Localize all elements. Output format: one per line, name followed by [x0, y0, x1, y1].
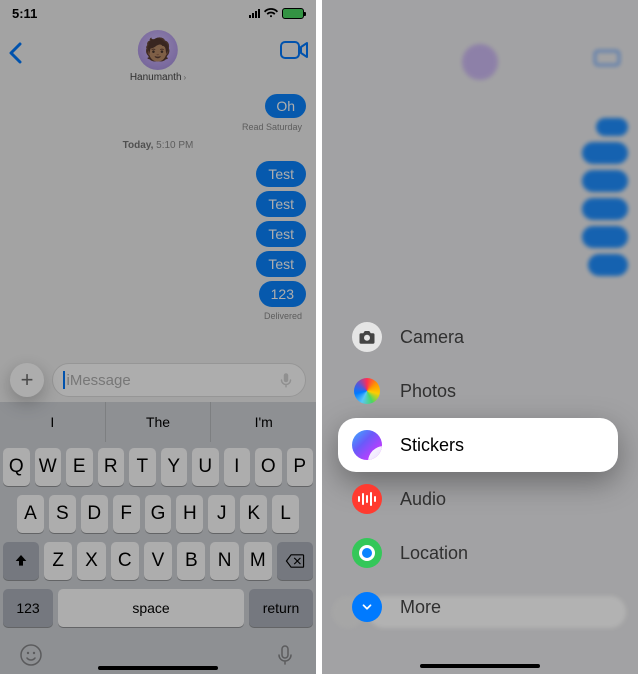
wifi-icon [264, 8, 278, 18]
date-separator: Today, 5:10 PM [10, 140, 306, 151]
dictation-button[interactable] [273, 643, 297, 667]
menu-label: Location [400, 543, 468, 564]
key-d[interactable]: D [81, 495, 108, 533]
prediction[interactable]: I'm [211, 402, 316, 442]
mic-icon[interactable] [277, 371, 295, 389]
key-row-2: A S D F G H J K L [3, 495, 313, 533]
key-w[interactable]: W [35, 448, 62, 486]
stickers-icon [352, 430, 382, 460]
key-g[interactable]: G [145, 495, 172, 533]
key-m[interactable]: M [244, 542, 272, 580]
menu-photos[interactable]: Photos [338, 364, 618, 418]
key-q[interactable]: Q [3, 448, 30, 486]
status-icons [249, 8, 304, 19]
camera-icon [352, 322, 382, 352]
status-bar: 5:11 [0, 0, 316, 26]
key-row-3: Z X C V B N M [3, 542, 313, 580]
key-z[interactable]: Z [44, 542, 72, 580]
numbers-key[interactable]: 123 [3, 589, 53, 627]
key-e[interactable]: E [66, 448, 93, 486]
message-bubble[interactable]: Test [256, 221, 306, 247]
key-b[interactable]: B [177, 542, 205, 580]
menu-audio[interactable]: Audio [338, 472, 618, 526]
conversation-header: 🧑🏽 Hanumanth › [0, 26, 316, 88]
message-bubble[interactable]: Test [256, 161, 306, 187]
photos-icon [352, 376, 382, 406]
key-x[interactable]: X [77, 542, 105, 580]
key-l[interactable]: L [272, 495, 299, 533]
key-row-4: 123 space return [3, 589, 313, 627]
backspace-icon [285, 554, 305, 568]
read-receipt: Read Saturday [10, 122, 306, 132]
menu-location[interactable]: Location [338, 526, 618, 580]
message-bubble[interactable]: Test [256, 191, 306, 217]
key-s[interactable]: S [49, 495, 76, 533]
menu-label: More [400, 597, 441, 618]
space-key[interactable]: space [58, 589, 244, 627]
compose-bar: + iMessage [0, 358, 316, 402]
key-n[interactable]: N [210, 542, 238, 580]
key-j[interactable]: J [208, 495, 235, 533]
message-thread[interactable]: Oh Read Saturday Today, 5:10 PM Test Tes… [0, 88, 316, 354]
more-icon [352, 592, 382, 622]
home-indicator[interactable] [98, 666, 218, 670]
message-bubble[interactable]: Test [256, 251, 306, 277]
plus-icon: + [21, 369, 34, 391]
battery-icon [282, 8, 304, 19]
apps-menu: Camera Photos Stickers Audio Location Mo… [338, 310, 618, 634]
contact-info[interactable]: 🧑🏽 Hanumanth › [130, 30, 186, 83]
contact-name: Hanumanth › [130, 72, 186, 83]
facetime-button[interactable] [280, 30, 308, 65]
cellular-icon [249, 8, 260, 18]
key-f[interactable]: F [113, 495, 140, 533]
menu-label: Stickers [400, 435, 464, 456]
menu-label: Audio [400, 489, 446, 510]
key-r[interactable]: R [98, 448, 125, 486]
key-a[interactable]: A [17, 495, 44, 533]
apps-plus-button[interactable]: + [10, 363, 44, 397]
key-k[interactable]: K [240, 495, 267, 533]
audio-icon [352, 484, 382, 514]
key-t[interactable]: T [129, 448, 156, 486]
message-bubble[interactable]: 123 [259, 281, 306, 307]
menu-label: Photos [400, 381, 456, 402]
menu-more[interactable]: More [338, 580, 618, 634]
key-c[interactable]: C [111, 542, 139, 580]
key-y[interactable]: Y [161, 448, 188, 486]
predictive-bar: I The I'm [0, 402, 316, 442]
key-u[interactable]: U [192, 448, 219, 486]
status-time: 5:11 [12, 6, 37, 21]
messages-screen: 5:11 🧑🏽 Hanumanth › Oh Read Saturday Tod… [0, 0, 316, 674]
shift-key[interactable] [3, 542, 39, 580]
back-button[interactable] [8, 30, 22, 71]
key-h[interactable]: H [176, 495, 203, 533]
prediction[interactable]: I [0, 402, 105, 442]
delivered-label: Delivered [10, 311, 306, 321]
key-i[interactable]: I [224, 448, 251, 486]
return-key[interactable]: return [249, 589, 313, 627]
menu-camera[interactable]: Camera [338, 310, 618, 364]
key-v[interactable]: V [144, 542, 172, 580]
message-bubble[interactable]: Oh [265, 94, 306, 118]
prediction[interactable]: The [105, 402, 212, 442]
emoji-button[interactable] [19, 643, 43, 667]
message-placeholder: iMessage [67, 372, 278, 389]
menu-stickers[interactable]: Stickers [338, 418, 618, 472]
shift-icon [13, 553, 29, 569]
home-indicator[interactable] [420, 664, 540, 668]
apps-menu-screen: Camera Photos Stickers Audio Location Mo… [322, 0, 638, 674]
key-row-1: Q W E R T Y U I O P [3, 448, 313, 486]
menu-label: Camera [400, 327, 464, 348]
avatar: 🧑🏽 [138, 30, 178, 70]
keyboard: Q W E R T Y U I O P A S D F G H J K L Z [0, 442, 316, 674]
text-cursor [63, 371, 65, 389]
delete-key[interactable] [277, 542, 313, 580]
key-o[interactable]: O [255, 448, 282, 486]
chevron-right-icon: › [184, 73, 187, 82]
location-icon [352, 538, 382, 568]
message-input[interactable]: iMessage [52, 363, 306, 397]
key-p[interactable]: P [287, 448, 314, 486]
